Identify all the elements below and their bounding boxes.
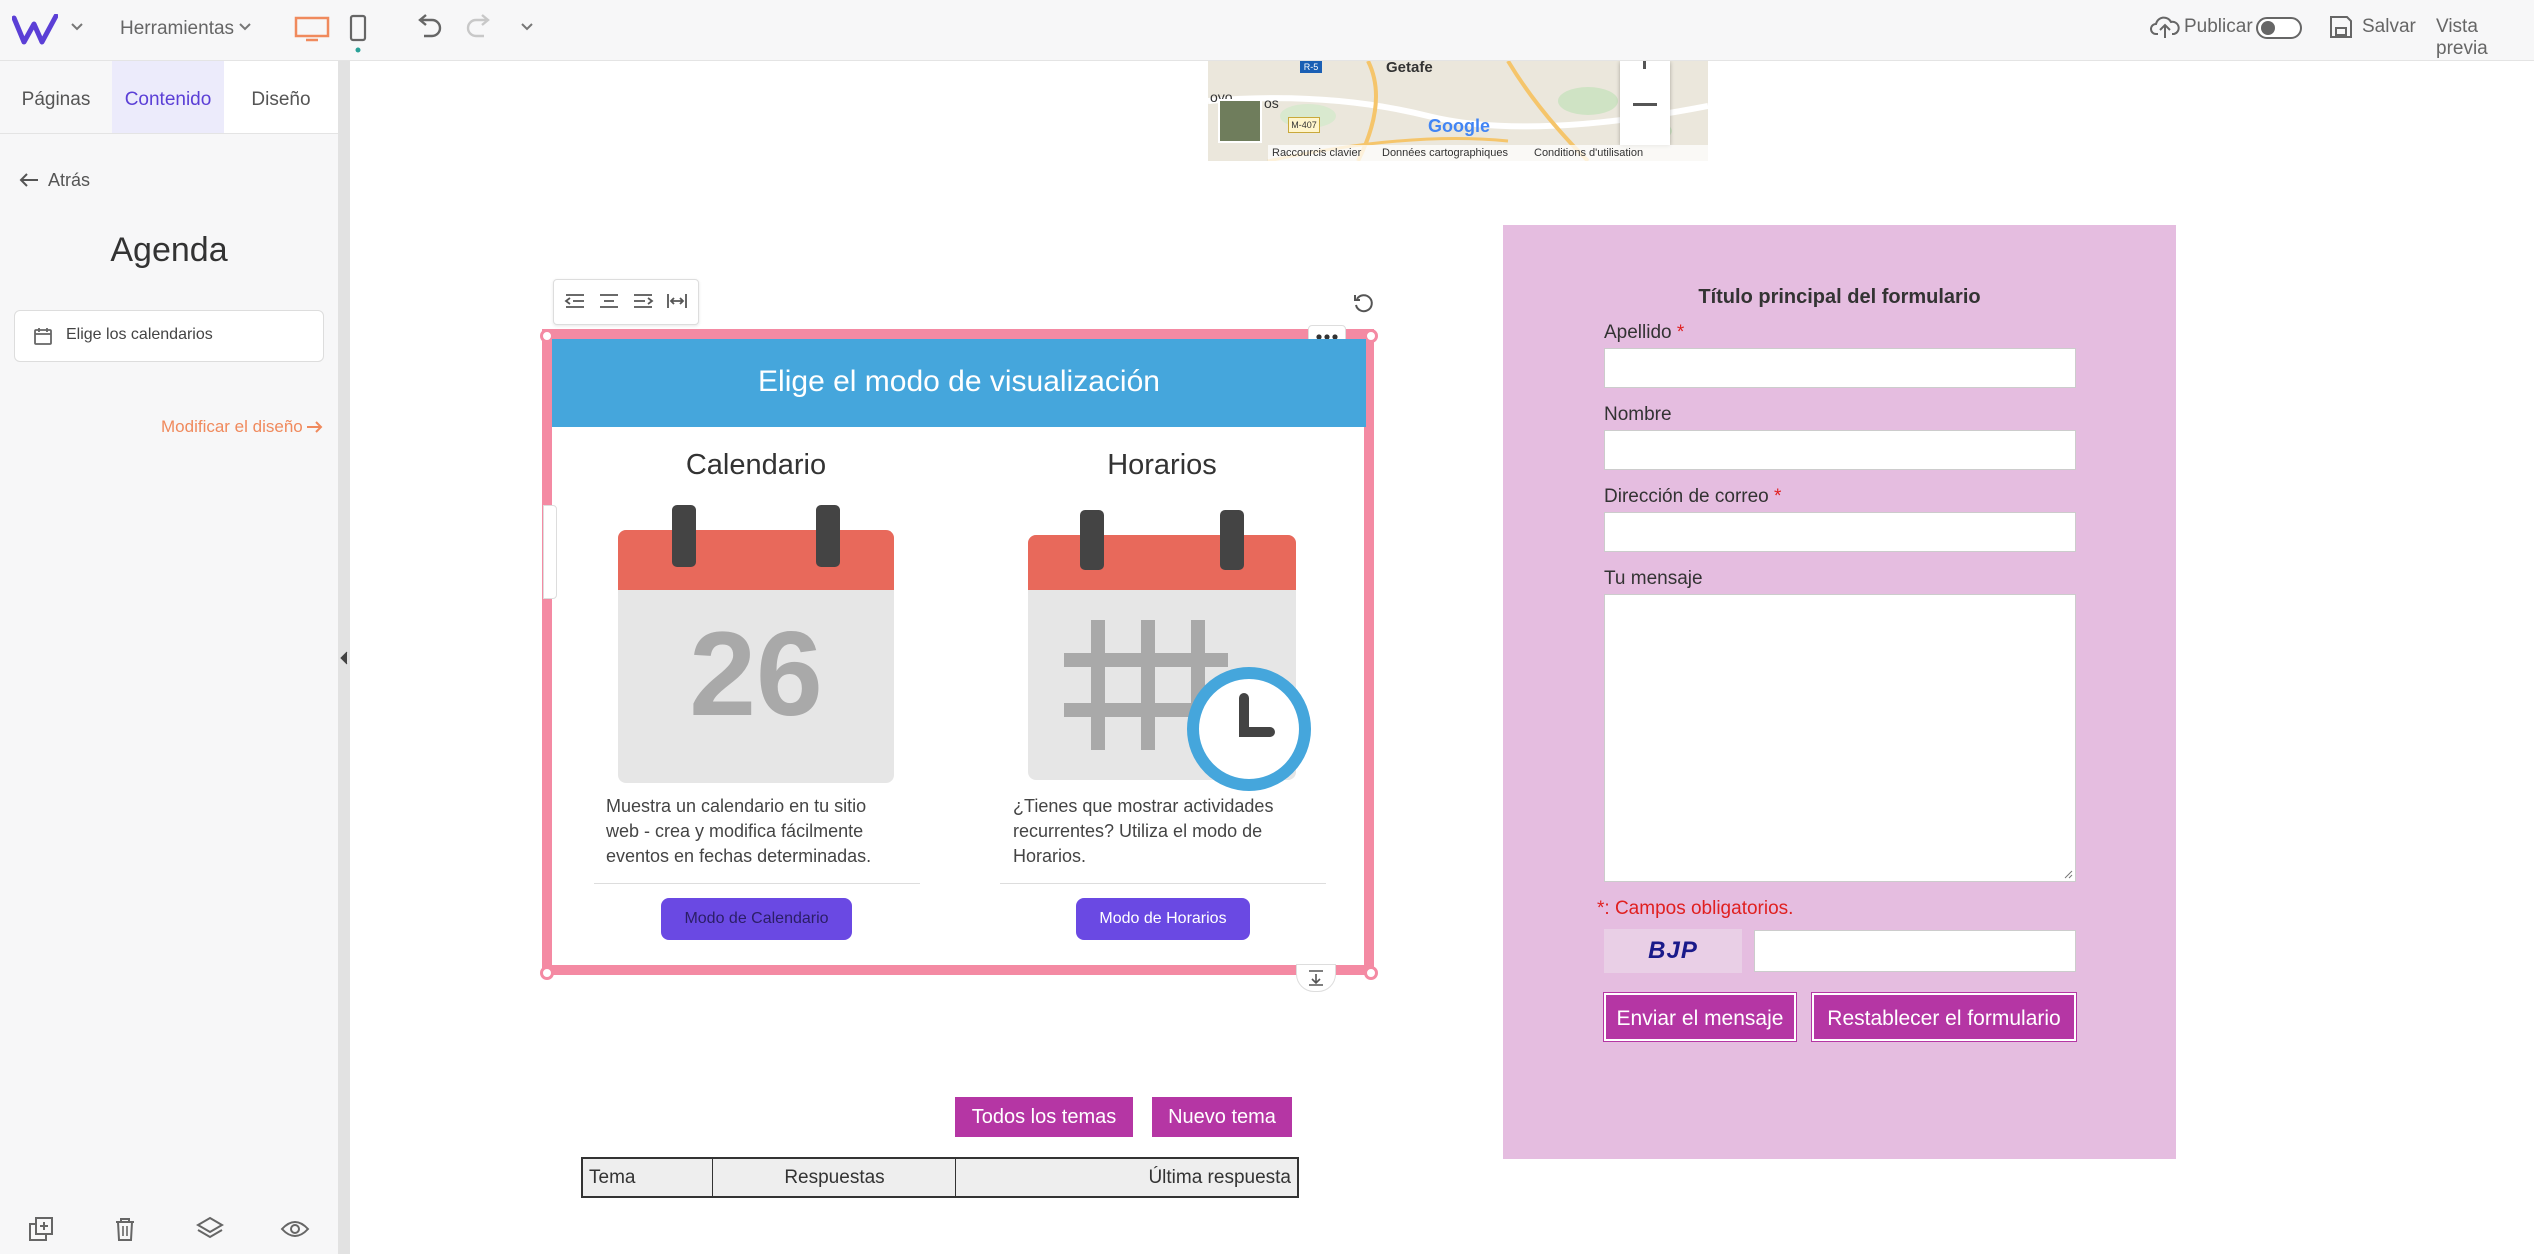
chevron-left-icon[interactable] [340,651,348,665]
mobile-icon[interactable] [348,14,368,54]
logo-w-icon[interactable] [12,14,58,46]
chevron-down-icon[interactable] [70,22,84,32]
zoom-out-icon[interactable] [1633,103,1657,106]
schedule-illustration [1028,510,1312,791]
choose-calendars-button[interactable]: Elige los calendarios [14,310,324,362]
tools-menu[interactable]: Herramientas [120,18,234,40]
choose-calendars-label: Elige los calendarios [66,326,213,343]
insert-below-icon[interactable] [1296,964,1336,992]
alignment-toolbar [553,279,699,325]
align-left-icon[interactable] [564,292,586,310]
divider [0,133,338,134]
panel-title: Agenda [110,231,228,269]
cloud-upload-icon[interactable] [2150,14,2180,40]
agenda-header: Elige el modo de visualización [552,339,1366,427]
google-logo: Google [1428,116,1490,136]
field-label-message: Tu mensaje [1604,568,1703,589]
resize-handle-top-right[interactable] [1364,329,1378,343]
agenda-header-text: Elige el modo de visualización [758,365,1160,398]
duplicate-icon[interactable] [28,1216,54,1242]
required-fields-note: *: Campos obligatorios. [1597,898,1794,919]
publish-label[interactable]: Publicar [2184,16,2253,38]
calendar-title: Calendario [685,449,827,481]
email-field[interactable] [1604,512,2076,552]
tab-content[interactable]: Contenido [112,61,224,133]
column-header-replies[interactable]: Respuestas [714,1159,956,1196]
calendar-day-number: 26 [689,607,823,741]
calendar-mode-button-label: Modo de Calendario [684,910,829,927]
last-name-field[interactable] [1604,348,2076,388]
redo-icon[interactable] [464,14,494,42]
resize-grip-icon[interactable] [2063,869,2073,879]
schedule-mode-button[interactable]: Modo de Horarios [1076,898,1250,940]
resize-handle-bottom-left[interactable] [540,966,554,980]
top-toolbar: Herramientas Publicar Salvar Vista previ… [0,0,2534,61]
divider [594,883,920,884]
side-drag-handle[interactable] [543,505,557,599]
trash-icon[interactable] [114,1216,136,1242]
layers-icon[interactable] [196,1216,224,1242]
eye-icon[interactable] [280,1218,310,1240]
map-place-getafe: Getafe [1386,61,1433,76]
divider [1000,883,1326,884]
field-label-email: Dirección de correo * [1604,486,1782,507]
align-center-icon[interactable] [598,292,620,310]
map-attribution-bar: Raccourcis clavier Données cartographiqu… [1268,145,1708,161]
map-data-link[interactable]: Données cartographiques [1382,147,1508,159]
map-widget[interactable]: R-5 Getafe oyo os M-407 Google Raccourci… [1208,61,1708,161]
modify-design-link[interactable]: Modificar el diseño [161,417,303,437]
map-place-partial-2: os [1264,95,1279,111]
road-badge-m407: M-407 [1288,117,1320,133]
undo-icon[interactable] [414,14,444,42]
save-icon[interactable] [2328,14,2354,40]
resize-handle-bottom-right[interactable] [1364,966,1378,980]
zoom-in-icon[interactable] [1643,61,1646,69]
new-topic-button[interactable]: Nuevo tema [1152,1097,1292,1137]
arrow-left-icon[interactable] [18,172,40,188]
schedule-description: ¿Tienes que mostrar actividades recurren… [1013,796,1274,866]
column-header-topic[interactable]: Tema [583,1159,713,1196]
save-button[interactable]: Salvar [2362,16,2416,38]
captcha-image: BJP [1604,929,1742,973]
field-label-first-name: Nombre [1604,404,1672,425]
back-button[interactable]: Atrás [48,170,90,191]
arrow-right-icon[interactable] [306,420,324,434]
forum-table-header: Tema Respuestas Última respuesta [581,1157,1299,1198]
map-satellite-thumbnail[interactable] [1218,99,1262,143]
captcha-input[interactable] [1754,930,2076,972]
reset-form-button[interactable]: Restablecer el formulario [1812,993,2076,1041]
field-label-last-name: Apellido * [1604,322,1685,343]
send-message-button[interactable]: Enviar el mensaje [1604,993,1796,1041]
road-badge-r5: R-5 [1300,61,1322,73]
map-zoom-controls[interactable] [1620,61,1670,145]
toggle-icon[interactable] [2256,17,2302,39]
desktop-icon[interactable] [294,16,330,42]
stretch-icon[interactable] [666,292,688,310]
align-right-icon[interactable] [632,292,654,310]
column-header-last-reply[interactable]: Última respuesta [956,1159,1297,1196]
calendar-icon [33,326,53,346]
preview-button[interactable]: Vista previa [2436,16,2534,60]
calendar-illustration: 26 [618,505,894,783]
tab-pages[interactable]: Páginas [0,61,112,133]
first-name-field[interactable] [1604,430,2076,470]
reset-icon[interactable] [1352,292,1374,314]
form-title: Título principal del formulario [1698,286,1981,308]
clock-icon [1186,666,1312,792]
message-textarea[interactable] [1604,594,2076,882]
terms-link[interactable]: Conditions d'utilisation [1534,147,1643,159]
tab-design[interactable]: Diseño [224,61,338,133]
chevron-down-icon[interactable] [238,22,252,32]
chevron-down-icon[interactable] [520,22,534,32]
schedule-title: Horarios [1107,449,1217,481]
all-topics-button[interactable]: Todos los temas [955,1097,1133,1137]
captcha-text: BJP [1648,937,1698,964]
calendar-description: Muestra un calendario en tu sitio web - … [606,796,872,866]
sidebar-collapse-bar[interactable] [338,61,350,1254]
keyboard-shortcuts-link[interactable]: Raccourcis clavier [1272,147,1361,159]
sidebar: Páginas Contenido Diseño Atrás Agenda El… [0,61,338,1254]
calendar-mode-button[interactable]: Modo de Calendario [661,898,852,940]
